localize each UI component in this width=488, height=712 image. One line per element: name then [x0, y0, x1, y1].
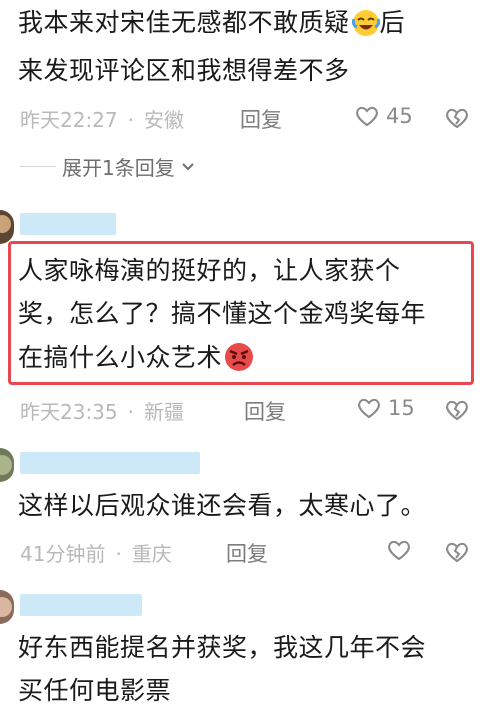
comment-2-meta: 昨天23:35 · 新疆: [20, 396, 184, 425]
username-redacted[interactable]: [20, 213, 116, 235]
heart-icon: [386, 538, 412, 562]
like-button[interactable]: 45: [354, 104, 413, 128]
like-button[interactable]: [386, 538, 418, 562]
comment-text: 在搞什么小众艺术: [18, 343, 223, 372]
meta-separator: ·: [127, 400, 134, 424]
like-count: 45: [386, 104, 413, 128]
dislike-heart-icon[interactable]: [444, 540, 470, 564]
like-button[interactable]: 15: [356, 396, 415, 420]
comment-3-line-1: 这样以后观众谁还会看，太寒心了。: [18, 491, 427, 520]
comment-1-meta: 昨天22:27 · 安徽: [20, 104, 184, 133]
chevron-down-icon: [181, 162, 195, 172]
expand-replies[interactable]: 展开1条回复: [20, 152, 195, 181]
reply-button[interactable]: 回复: [240, 104, 282, 134]
comment-1-line-2: 来发现评论区和我想得差不多: [18, 56, 350, 85]
reply-button[interactable]: 回复: [244, 396, 286, 426]
avatar[interactable]: [0, 590, 14, 624]
comment-region: 新疆: [144, 400, 184, 424]
comment-2-line-1: 人家咏梅演的挺好的，让人家获个: [18, 256, 401, 285]
comment-time: 昨天23:35: [20, 400, 118, 424]
angry-face-emoji-icon: [224, 342, 254, 385]
avatar[interactable]: [0, 210, 14, 244]
comment-time: 41分钟前: [20, 542, 106, 566]
comment-text-suffix: 后: [379, 8, 406, 37]
comment-2-line-3: 在搞什么小众艺术: [18, 337, 254, 385]
username-redacted[interactable]: [20, 452, 200, 474]
divider: [20, 166, 56, 167]
username-redacted[interactable]: [20, 594, 142, 616]
comment-region: 重庆: [131, 542, 172, 566]
dislike-heart-icon[interactable]: [444, 106, 470, 130]
heart-icon: [356, 396, 382, 420]
comment-region: 安徽: [144, 108, 184, 132]
comment-4-line-1: 好东西能提名并获奖，我这几年不会: [18, 633, 427, 662]
laughing-crying-emoji-icon: [351, 8, 380, 50]
comment-4-line-2: 买任何电影票: [18, 676, 172, 705]
comment-1-line-1: 我本来对宋佳无感都不敢质疑 后: [18, 2, 405, 50]
comment-text: 我本来对宋佳无感都不敢质疑: [18, 8, 350, 37]
meta-separator: ·: [115, 542, 122, 566]
dislike-heart-icon[interactable]: [444, 398, 470, 422]
comment-time: 昨天22:27: [20, 108, 118, 132]
heart-icon: [354, 104, 380, 128]
avatar[interactable]: [0, 448, 14, 482]
comment-3-meta: 41分钟前 · 重庆: [20, 538, 172, 567]
comment-2-line-2: 奖，怎么了？搞不懂这个金鸡奖每年: [18, 299, 427, 328]
reply-button[interactable]: 回复: [226, 538, 268, 568]
meta-separator: ·: [127, 108, 134, 132]
like-count: 15: [388, 396, 415, 420]
expand-replies-label: 展开1条回复: [62, 156, 175, 180]
